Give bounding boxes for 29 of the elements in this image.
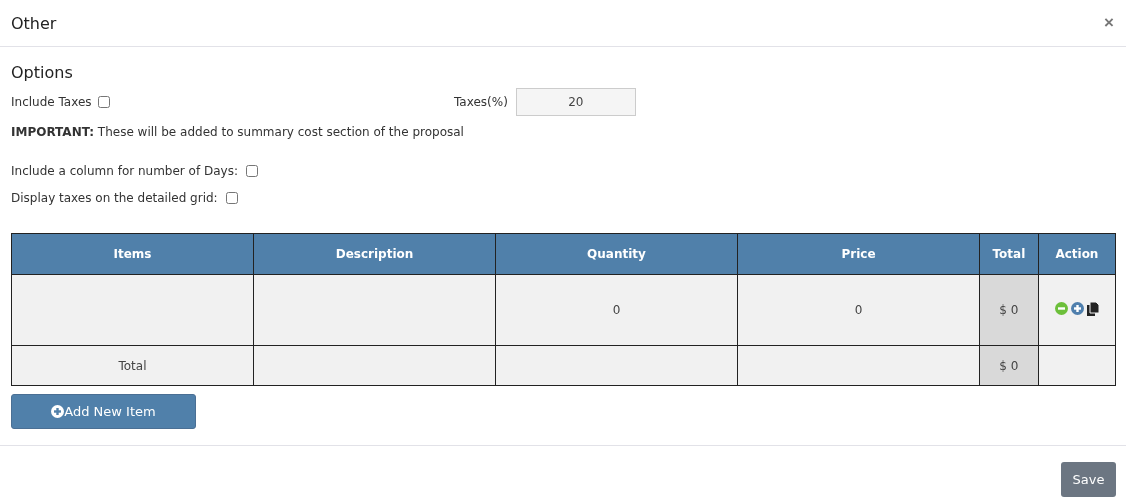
field-label: Taxes(%) bbox=[454, 95, 508, 109]
column-header: Quantity bbox=[495, 233, 738, 275]
table-cell: $ 0 bbox=[979, 345, 1039, 386]
table-cell: Total bbox=[11, 345, 254, 386]
column-header: Items bbox=[11, 233, 254, 275]
save-button[interactable]: Save bbox=[1061, 462, 1116, 497]
column-header: Description bbox=[253, 233, 496, 275]
checkbox[interactable] bbox=[97, 96, 110, 108]
add-icon[interactable] bbox=[1070, 302, 1084, 316]
table-cell: 0 bbox=[737, 274, 980, 346]
add-icon bbox=[51, 405, 65, 418]
remove-icon[interactable] bbox=[1054, 302, 1068, 316]
copy-icon[interactable] bbox=[1086, 301, 1099, 316]
column-header: Action bbox=[1038, 233, 1116, 275]
checkbox-label: Display taxes on the detailed grid: bbox=[11, 190, 218, 205]
add-item-button[interactable]: Add New Item bbox=[11, 394, 196, 429]
input-field[interactable]: 20 bbox=[515, 88, 636, 116]
note-text: IMPORTANT: These will be added to summary cost section of the proposal bbox=[11, 125, 465, 139]
checkbox[interactable] bbox=[225, 191, 238, 204]
checkbox[interactable] bbox=[246, 164, 258, 177]
table-cell: 0 bbox=[495, 274, 738, 346]
section-heading: Options bbox=[11, 63, 74, 82]
column-header: Price bbox=[737, 233, 980, 275]
checkbox-label: Include a column for number of Days: bbox=[11, 163, 238, 178]
window-title: Other bbox=[11, 13, 57, 33]
table-cell: $ 0 bbox=[979, 274, 1039, 346]
checkbox-label: Include Taxes bbox=[11, 95, 92, 109]
close-button[interactable]: × bbox=[1104, 13, 1114, 33]
column-header: Total bbox=[979, 233, 1039, 275]
